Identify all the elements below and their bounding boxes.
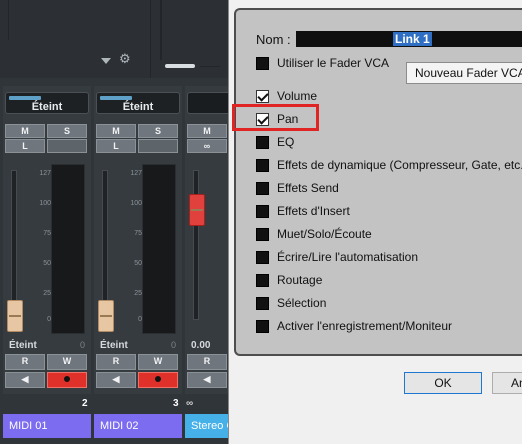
empty-button (138, 139, 178, 153)
fader-track (11, 170, 17, 320)
dialog-group-box: Nom : Link 1 Utiliser le Fader VCA Nouve… (234, 8, 522, 356)
record-enable-button[interactable] (138, 372, 178, 388)
chevron-down-icon[interactable] (101, 58, 111, 64)
level-meter (51, 164, 85, 334)
pan-highlight-box (232, 104, 319, 131)
record-monitor-checkbox[interactable] (256, 320, 269, 333)
read-button[interactable]: R (96, 354, 136, 370)
link-icon: ∞ (186, 398, 194, 409)
level-meter (142, 164, 176, 334)
zoom-slider[interactable] (165, 64, 195, 68)
toolbar-slider-track (160, 0, 162, 60)
monitor-button[interactable]: ◀ (187, 372, 227, 388)
track-number: 3 (173, 398, 179, 409)
mute-button[interactable]: M (187, 124, 227, 138)
write-button[interactable]: W (138, 354, 178, 370)
toolbar-divider (200, 66, 220, 67)
track-number: 2 (82, 398, 88, 409)
speaker-icon: ◀ (112, 374, 120, 384)
solo-button[interactable]: S (47, 124, 87, 138)
volume-fader[interactable] (7, 300, 23, 332)
record-icon (64, 376, 70, 382)
fader-value-number: 0 (170, 340, 176, 350)
record-enable-button[interactable] (47, 372, 87, 388)
volume-checkbox[interactable] (256, 90, 269, 103)
automation-state[interactable]: Éteint (5, 92, 89, 114)
volume-fader[interactable] (189, 194, 205, 226)
vca-checkbox[interactable] (256, 57, 269, 70)
empty-button (47, 139, 87, 153)
automation-state[interactable]: Éteint (96, 92, 180, 114)
solo-button[interactable]: S (138, 124, 178, 138)
listen-button[interactable]: ∞ (187, 139, 227, 153)
record-icon (155, 376, 161, 382)
level-scale: 127 100 75 50 25 0 (39, 170, 51, 323)
gear-icon[interactable]: ⚙ (119, 53, 133, 67)
fader-track (102, 170, 108, 320)
speaker-icon: ◀ (203, 374, 211, 384)
speaker-icon: ◀ (21, 374, 29, 384)
cancel-button[interactable]: An (492, 372, 522, 394)
monitor-button[interactable]: ◀ (96, 372, 136, 388)
listen-button[interactable]: L (5, 139, 45, 153)
link-icon: ∞ (203, 141, 211, 151)
selection-checkbox[interactable] (256, 297, 269, 310)
routing-checkbox[interactable] (256, 274, 269, 287)
level-scale: 127 100 75 50 25 0 (130, 170, 142, 323)
mute-button[interactable]: M (5, 124, 45, 138)
read-button[interactable]: R (5, 354, 45, 370)
ok-button[interactable]: OK (404, 372, 482, 394)
toolbar-divider (8, 0, 9, 40)
track-name-midi-01[interactable]: MIDI 01 (3, 414, 91, 438)
name-input-value[interactable]: Link 1 (393, 32, 432, 46)
channel-strip-midi-01: Éteint M S L 127 100 75 50 25 0 Éteint 0 R … (3, 86, 91, 394)
inserts-checkbox[interactable] (256, 205, 269, 218)
sends-checkbox[interactable] (256, 182, 269, 195)
toolbar-divider (150, 0, 151, 78)
name-label: Nom : (256, 32, 291, 47)
read-button[interactable]: R (187, 354, 227, 370)
vca-fader-select[interactable]: Nouveau Fader VCA (406, 62, 522, 84)
track-name-midi-02[interactable]: MIDI 02 (94, 414, 182, 438)
mute-button[interactable]: M (96, 124, 136, 138)
fader-value: Éteint (100, 340, 128, 351)
listen-button[interactable]: L (96, 139, 136, 153)
channel-strip-midi-02: Éteint M S L 127 100 75 50 25 0 Éteint 0 R … (94, 86, 182, 394)
fader-value: Éteint (9, 340, 37, 351)
dynamics-checkbox[interactable] (256, 159, 269, 172)
fader-track (193, 170, 199, 320)
fader-value-number: 0 (79, 340, 85, 350)
volume-fader[interactable] (98, 300, 114, 332)
fader-value: 0.00 (191, 340, 211, 351)
monitor-button[interactable]: ◀ (5, 372, 45, 388)
automation-checkbox[interactable] (256, 251, 269, 264)
mute-solo-checkbox[interactable] (256, 228, 269, 241)
write-button[interactable]: W (47, 354, 87, 370)
eq-checkbox[interactable] (256, 136, 269, 149)
